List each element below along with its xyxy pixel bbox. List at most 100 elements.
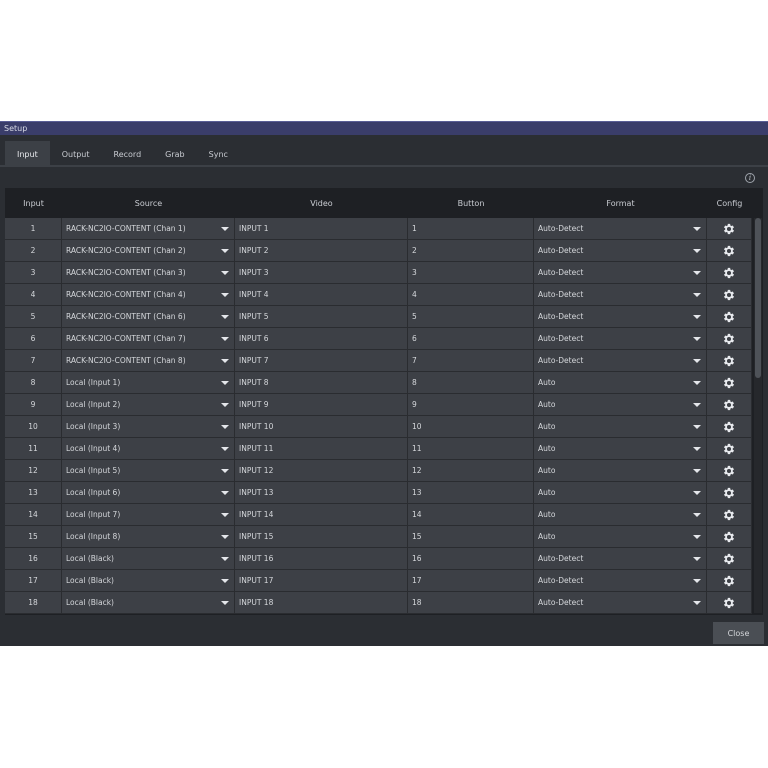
config-button[interactable] (707, 460, 752, 482)
config-button[interactable] (707, 284, 752, 306)
button-label-field[interactable]: 5 (408, 306, 534, 328)
button-label-field[interactable]: 2 (408, 240, 534, 262)
format-dropdown[interactable]: Auto (534, 372, 707, 394)
source-value: Local (Input 8) (66, 532, 121, 541)
button-label-field[interactable]: 13 (408, 482, 534, 504)
source-dropdown[interactable]: Local (Input 8) (62, 526, 235, 548)
format-dropdown[interactable]: Auto-Detect (534, 262, 707, 284)
button-label-field[interactable]: 10 (408, 416, 534, 438)
info-icon[interactable]: i (745, 173, 755, 183)
button-label-field[interactable]: 8 (408, 372, 534, 394)
video-name-field[interactable]: INPUT 5 (235, 306, 408, 328)
tab-record[interactable]: Record (102, 141, 154, 167)
config-button[interactable] (707, 570, 752, 592)
video-name-field[interactable]: INPUT 12 (235, 460, 408, 482)
format-dropdown[interactable]: Auto (534, 438, 707, 460)
source-dropdown[interactable]: Local (Black) (62, 548, 235, 570)
video-name-field[interactable]: INPUT 9 (235, 394, 408, 416)
source-dropdown[interactable]: Local (Black) (62, 570, 235, 592)
source-dropdown[interactable]: Local (Input 3) (62, 416, 235, 438)
format-dropdown[interactable]: Auto (534, 526, 707, 548)
video-name-field[interactable]: INPUT 11 (235, 438, 408, 460)
format-dropdown[interactable]: Auto-Detect (534, 284, 707, 306)
config-button[interactable] (707, 548, 752, 570)
config-button[interactable] (707, 306, 752, 328)
video-name-field[interactable]: INPUT 8 (235, 372, 408, 394)
button-label-field[interactable]: 12 (408, 460, 534, 482)
format-dropdown[interactable]: Auto-Detect (534, 218, 707, 240)
config-button[interactable] (707, 262, 752, 284)
format-dropdown[interactable]: Auto (534, 482, 707, 504)
video-name-field[interactable]: INPUT 14 (235, 504, 408, 526)
format-dropdown[interactable]: Auto-Detect (534, 548, 707, 570)
button-label-field[interactable]: 18 (408, 592, 534, 614)
source-dropdown[interactable]: RACK-NC2IO-CONTENT (Chan 4) (62, 284, 235, 306)
source-dropdown[interactable]: Local (Input 4) (62, 438, 235, 460)
source-dropdown[interactable]: Local (Input 6) (62, 482, 235, 504)
video-name-field[interactable]: INPUT 18 (235, 592, 408, 614)
video-name-field[interactable]: INPUT 15 (235, 526, 408, 548)
source-dropdown[interactable]: RACK-NC2IO-CONTENT (Chan 3) (62, 262, 235, 284)
config-button[interactable] (707, 504, 752, 526)
config-button[interactable] (707, 482, 752, 504)
button-label-field[interactable]: 1 (408, 218, 534, 240)
video-name-field[interactable]: INPUT 7 (235, 350, 408, 372)
video-name-field[interactable]: INPUT 13 (235, 482, 408, 504)
button-label-field[interactable]: 6 (408, 328, 534, 350)
config-button[interactable] (707, 394, 752, 416)
format-dropdown[interactable]: Auto-Detect (534, 592, 707, 614)
button-label-field[interactable]: 17 (408, 570, 534, 592)
source-dropdown[interactable]: Local (Input 1) (62, 372, 235, 394)
format-dropdown[interactable]: Auto (534, 416, 707, 438)
tab-output[interactable]: Output (50, 141, 102, 167)
video-name-field[interactable]: INPUT 16 (235, 548, 408, 570)
source-dropdown[interactable]: Local (Input 7) (62, 504, 235, 526)
source-dropdown[interactable]: Local (Input 2) (62, 394, 235, 416)
source-dropdown[interactable]: Local (Black) (62, 592, 235, 614)
button-label-field[interactable]: 9 (408, 394, 534, 416)
video-name-field[interactable]: INPUT 2 (235, 240, 408, 262)
format-dropdown[interactable]: Auto (534, 504, 707, 526)
config-button[interactable] (707, 328, 752, 350)
format-dropdown[interactable]: Auto-Detect (534, 570, 707, 592)
format-dropdown[interactable]: Auto-Detect (534, 240, 707, 262)
button-label-field[interactable]: 16 (408, 548, 534, 570)
format-dropdown[interactable]: Auto (534, 394, 707, 416)
format-dropdown[interactable]: Auto (534, 460, 707, 482)
video-name-field[interactable]: INPUT 4 (235, 284, 408, 306)
config-button[interactable] (707, 438, 752, 460)
source-dropdown[interactable]: RACK-NC2IO-CONTENT (Chan 6) (62, 306, 235, 328)
button-label-field[interactable]: 4 (408, 284, 534, 306)
button-label-field[interactable]: 15 (408, 526, 534, 548)
tab-grab[interactable]: Grab (153, 141, 196, 167)
video-name-field[interactable]: INPUT 17 (235, 570, 408, 592)
format-dropdown[interactable]: Auto-Detect (534, 350, 707, 372)
video-name-field[interactable]: INPUT 3 (235, 262, 408, 284)
config-button[interactable] (707, 526, 752, 548)
format-dropdown[interactable]: Auto-Detect (534, 328, 707, 350)
source-dropdown[interactable]: RACK-NC2IO-CONTENT (Chan 7) (62, 328, 235, 350)
video-name-field[interactable]: INPUT 1 (235, 218, 408, 240)
video-name-field[interactable]: INPUT 6 (235, 328, 408, 350)
config-button[interactable] (707, 240, 752, 262)
table-scrollbar[interactable] (754, 218, 762, 613)
video-name-field[interactable]: INPUT 10 (235, 416, 408, 438)
source-dropdown[interactable]: RACK-NC2IO-CONTENT (Chan 2) (62, 240, 235, 262)
format-dropdown[interactable]: Auto-Detect (534, 306, 707, 328)
button-label-field[interactable]: 11 (408, 438, 534, 460)
tab-sync[interactable]: Sync (197, 141, 240, 167)
tab-input[interactable]: Input (5, 141, 50, 167)
source-dropdown[interactable]: Local (Input 5) (62, 460, 235, 482)
button-label-field[interactable]: 14 (408, 504, 534, 526)
config-button[interactable] (707, 416, 752, 438)
close-button[interactable]: Close (713, 622, 764, 644)
config-button[interactable] (707, 592, 752, 614)
config-button[interactable] (707, 218, 752, 240)
scrollbar-thumb[interactable] (755, 218, 761, 378)
source-dropdown[interactable]: RACK-NC2IO-CONTENT (Chan 8) (62, 350, 235, 372)
button-label-field[interactable]: 3 (408, 262, 534, 284)
source-dropdown[interactable]: RACK-NC2IO-CONTENT (Chan 1) (62, 218, 235, 240)
config-button[interactable] (707, 372, 752, 394)
config-button[interactable] (707, 350, 752, 372)
button-label-field[interactable]: 7 (408, 350, 534, 372)
